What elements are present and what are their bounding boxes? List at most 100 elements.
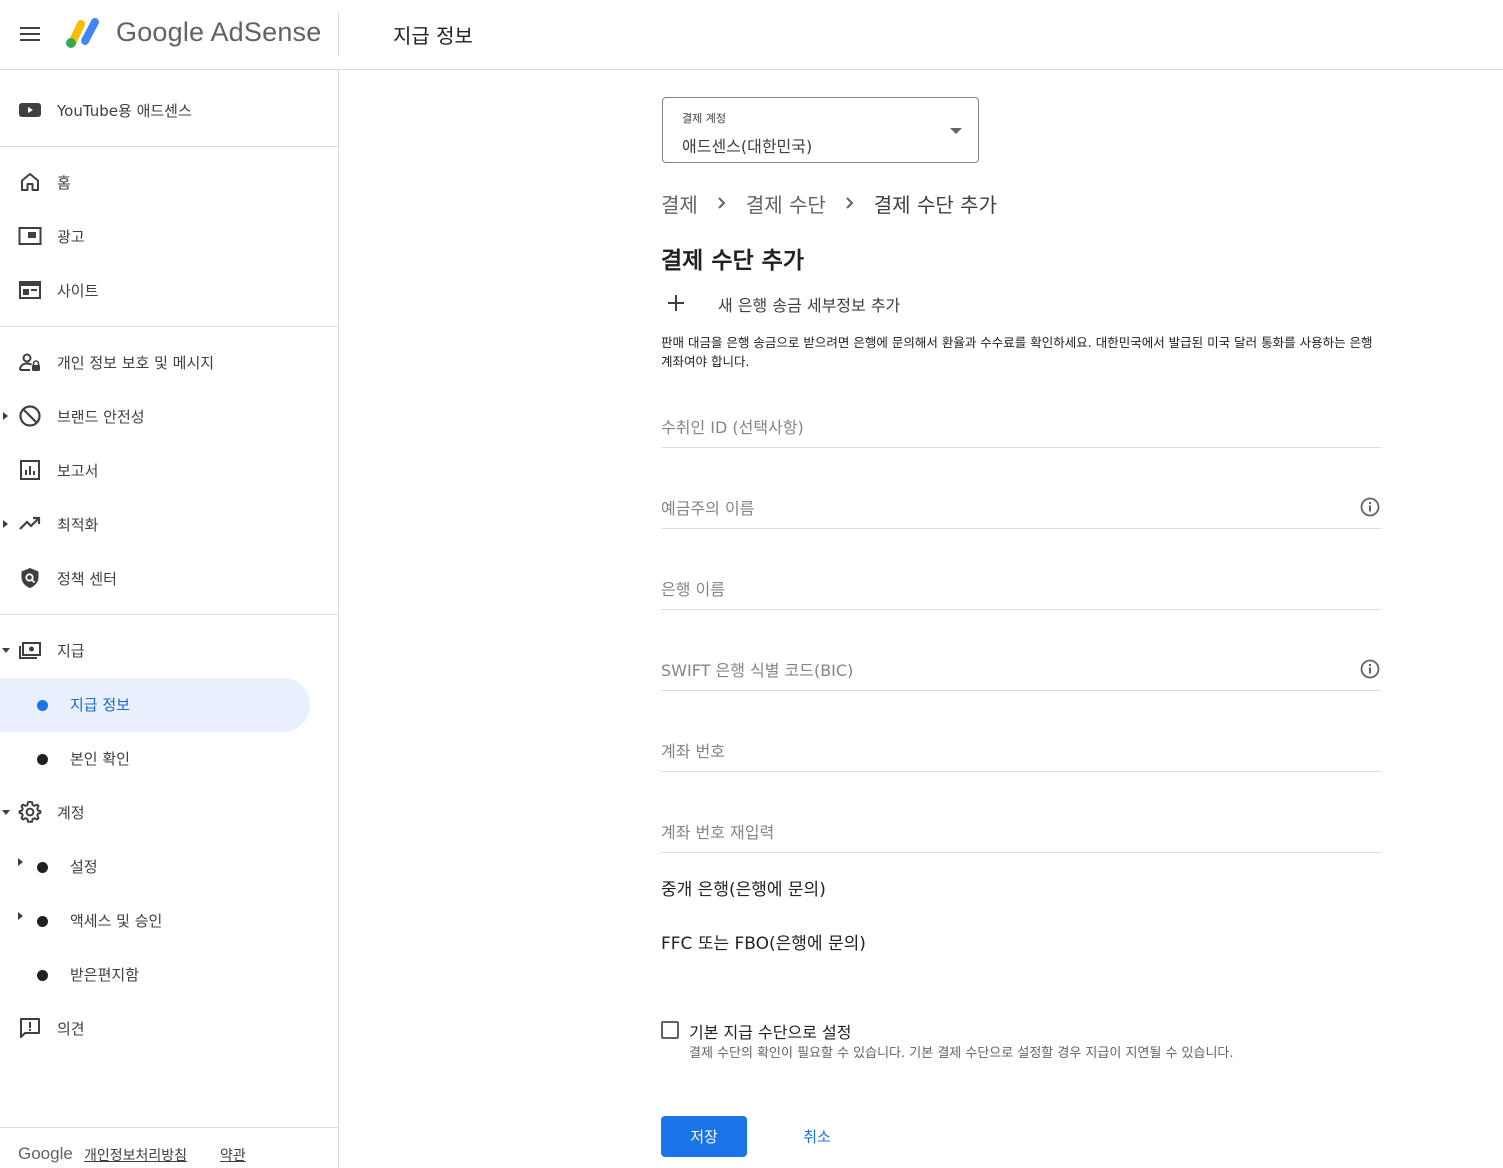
- adsense-logo-icon[interactable]: [64, 14, 104, 50]
- sidebar-subitem-label: 본인 확인: [70, 750, 130, 768]
- ads-icon: [18, 227, 42, 245]
- bank-transfer-notice: 판매 대금을 은행 송금으로 받으려면 은행에 문의해서 환율과 수수료를 확인…: [661, 335, 1373, 369]
- default-payment-label[interactable]: 기본 지급 수단으로 설정: [689, 1019, 851, 1043]
- privacy-policy-link[interactable]: 개인정보처리방침: [84, 1145, 187, 1165]
- dropdown-arrow-icon: [950, 128, 962, 134]
- cancel-button[interactable]: 취소: [782, 1116, 852, 1157]
- sidebar-item-policy-center[interactable]: 정책 센터: [0, 556, 320, 600]
- google-wordmark: Google: [18, 1144, 73, 1163]
- sidebar-item-sites[interactable]: 사이트: [0, 268, 320, 312]
- sidebar-item-reports[interactable]: 보고서: [0, 448, 320, 492]
- swift-code-input[interactable]: [661, 651, 1341, 689]
- bullet-icon: [37, 916, 48, 927]
- sidebar-item-brand-safety[interactable]: 브랜드 안전성: [0, 394, 320, 438]
- reports-icon: [20, 460, 40, 480]
- chevron-right-icon: [826, 189, 874, 217]
- default-payment-help: 결제 수단의 확인이 필요할 수 있습니다. 기본 결제 수단으로 설정할 경우…: [689, 1046, 1234, 1061]
- payee-id-field[interactable]: [661, 408, 1381, 448]
- header-divider: [338, 12, 339, 56]
- sidebar-item-label: 보고서: [57, 462, 99, 480]
- swift-code-field[interactable]: [661, 651, 1381, 691]
- sidebar-subitem-identity-verification[interactable]: 본인 확인: [0, 732, 310, 786]
- sidebar-item-label: 홈: [57, 174, 71, 192]
- sidebar-subitem-label: 설정: [70, 858, 98, 876]
- info-icon[interactable]: [1359, 496, 1381, 518]
- expand-caret-icon[interactable]: [18, 858, 23, 866]
- collapse-caret-icon[interactable]: [2, 810, 10, 815]
- nav-divider: [0, 326, 338, 327]
- account-number-confirm-input[interactable]: [661, 813, 1341, 851]
- expand-caret-icon[interactable]: [18, 912, 23, 920]
- info-icon[interactable]: [1359, 658, 1381, 680]
- trending-up-icon: [19, 516, 41, 530]
- sidebar-footer: Google 개인정보처리방침 약관: [0, 1127, 338, 1168]
- account-holder-field[interactable]: [661, 489, 1381, 529]
- expand-caret-icon[interactable]: [3, 520, 8, 528]
- page-title: 지급 정보: [393, 24, 473, 48]
- billing-account-label: 결제 계정: [682, 112, 726, 125]
- sidebar-subitem-label: 액세스 및 승인: [70, 912, 163, 930]
- bullet-icon: [37, 970, 48, 981]
- nav-divider: [0, 614, 338, 615]
- sidebar-item-payments[interactable]: 지급: [0, 628, 320, 672]
- sidebar-item-optimization[interactable]: 최적화: [0, 502, 320, 546]
- breadcrumb-payment-methods[interactable]: 결제 수단: [746, 189, 826, 218]
- sidebar-item-feedback[interactable]: 의견: [0, 1006, 320, 1050]
- account-holder-input[interactable]: [661, 489, 1341, 527]
- section-title: 결제 수단 추가: [661, 248, 804, 274]
- sidebar-item-label: 광고: [57, 228, 85, 246]
- add-bank-transfer-label: 새 은행 송금 세부정보 추가: [718, 296, 901, 315]
- youtube-icon: [19, 103, 41, 117]
- sidebar-item-label: 지급: [57, 642, 85, 660]
- intermediary-bank-toggle[interactable]: 중개 은행(은행에 문의): [661, 875, 826, 900]
- default-payment-checkbox[interactable]: [661, 1021, 679, 1039]
- account-number-input[interactable]: [661, 732, 1341, 770]
- top-app-bar: Google AdSense 지급 정보: [0, 0, 1503, 70]
- sidebar-item-label: 의견: [57, 1020, 85, 1038]
- sidebar-item-label: 브랜드 안전성: [57, 408, 145, 426]
- main-menu-icon[interactable]: [18, 22, 44, 46]
- feedback-icon: [20, 1018, 40, 1038]
- payee-id-input[interactable]: [661, 408, 1341, 446]
- expand-caret-icon[interactable]: [3, 412, 8, 420]
- collapse-caret-icon[interactable]: [2, 648, 10, 653]
- sidebar-item-ads[interactable]: 광고: [0, 214, 320, 258]
- billing-account-value: 애드센스(대한민국): [682, 137, 813, 156]
- sidebar-subitem-settings[interactable]: 설정: [0, 840, 310, 894]
- save-button[interactable]: 저장: [661, 1116, 747, 1157]
- billing-account-select[interactable]: 결제 계정 애드센스(대한민국): [662, 97, 979, 163]
- bank-name-field[interactable]: [661, 570, 1381, 610]
- add-bank-transfer-button[interactable]: 새 은행 송금 세부정보 추가: [661, 289, 961, 317]
- breadcrumb-payments[interactable]: 결제: [661, 189, 698, 218]
- terms-link[interactable]: 약관: [220, 1145, 246, 1165]
- policy-shield-icon: [21, 568, 39, 588]
- chevron-right-icon: [698, 189, 746, 217]
- plus-icon: [668, 295, 684, 311]
- sidebar-item-label: 개인 정보 보호 및 메시지: [57, 354, 215, 372]
- account-number-field[interactable]: [661, 732, 1381, 772]
- bullet-icon: [37, 700, 48, 711]
- sidebar-item-label: 정책 센터: [57, 570, 117, 588]
- bank-name-input[interactable]: [661, 570, 1341, 608]
- block-icon: [19, 405, 41, 427]
- sidebar-subitem-access-authorization[interactable]: 액세스 및 승인: [0, 894, 310, 948]
- sidebar-subitem-inbox[interactable]: 받은편지함: [0, 948, 310, 1002]
- sidebar-item-home[interactable]: 홈: [0, 160, 320, 204]
- nav-divider: [0, 146, 338, 147]
- sites-icon: [19, 281, 41, 299]
- sidebar-subitem-payments-info[interactable]: 지급 정보: [0, 678, 310, 732]
- breadcrumb-add-payment-method: 결제 수단 추가: [873, 192, 997, 217]
- sidebar-item-label: 계정: [57, 804, 85, 822]
- sidebar-item-account[interactable]: 계정: [0, 790, 320, 834]
- home-icon: [21, 173, 39, 191]
- bullet-icon: [37, 754, 48, 765]
- sidebar-item-label: YouTube용 애드센스: [57, 102, 192, 120]
- sidebar-item-label: 사이트: [57, 282, 99, 300]
- sidebar-nav: YouTube용 애드센스 홈 광고 사이트 개인 정보 보호 및 메시지 브랜…: [0, 70, 339, 1168]
- sidebar-item-privacy-messaging[interactable]: 개인 정보 보호 및 메시지: [0, 340, 320, 384]
- sidebar-item-label: 최적화: [57, 516, 99, 534]
- brand-name[interactable]: Google AdSense: [116, 17, 321, 48]
- ffc-fbo-toggle[interactable]: FFC 또는 FBO(은행에 문의): [661, 929, 866, 954]
- sidebar-item-youtube[interactable]: YouTube용 애드센스: [0, 88, 320, 132]
- account-number-confirm-field[interactable]: [661, 813, 1381, 853]
